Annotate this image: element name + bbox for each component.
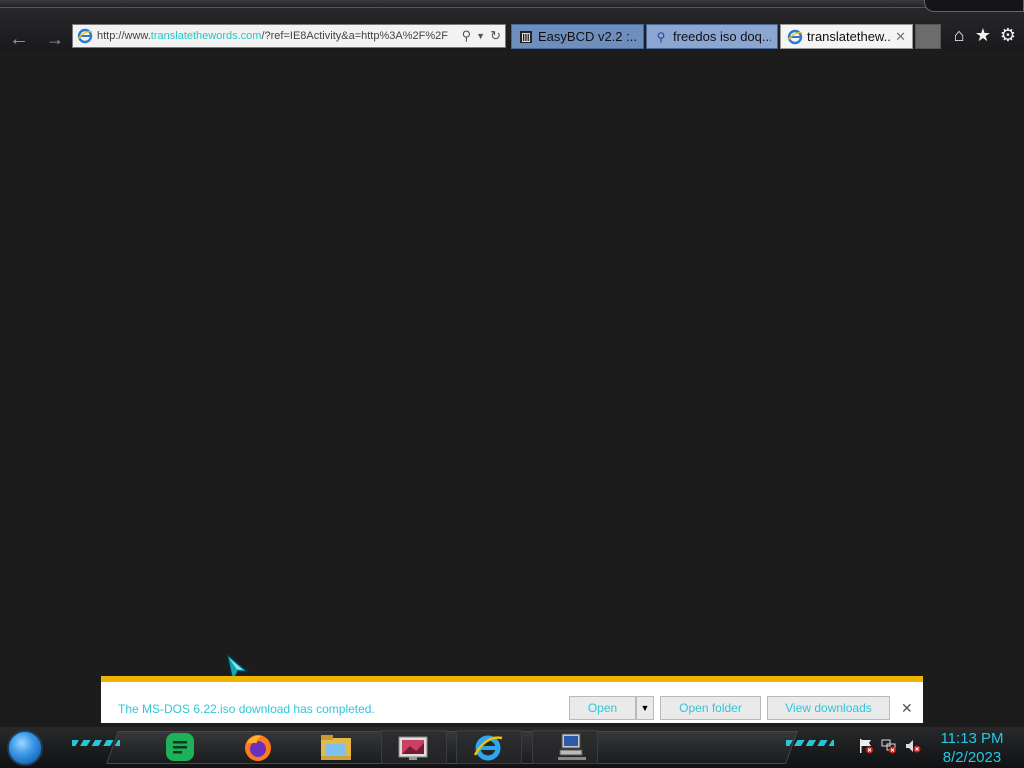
taskbar-band: [105, 731, 799, 764]
google-sheets-icon[interactable]: [164, 731, 196, 763]
open-folder-button[interactable]: Open folder: [660, 696, 761, 720]
system-clock[interactable]: 11:13 PM 8/2/2023: [936, 729, 1008, 767]
open-dropdown-button[interactable]: ▼: [636, 696, 654, 720]
picture-viewer-icon[interactable]: [397, 731, 429, 763]
firefox-icon[interactable]: [242, 731, 274, 763]
download-notification-bar: The MS-DOS 6.22.iso download has complet…: [101, 676, 923, 723]
ie-icon: [787, 29, 803, 45]
favorites-star-icon[interactable]: ★: [972, 24, 994, 46]
back-button[interactable]: ←: [6, 26, 32, 52]
address-bar[interactable]: http://www.translatethewords.com/?ref=IE…: [72, 24, 506, 48]
window-notch: [924, 0, 1024, 12]
open-button[interactable]: Open: [569, 696, 636, 720]
clock-time: 11:13 PM: [940, 730, 1004, 747]
decorative-glow: [72, 740, 120, 746]
new-tab-button[interactable]: [915, 24, 941, 49]
chevron-down-icon: ▼: [640, 703, 650, 713]
decorative-glow: [786, 740, 834, 746]
window-rim: [0, 0, 1024, 8]
home-icon[interactable]: ⌂: [948, 24, 970, 46]
forward-button[interactable]: →: [42, 26, 68, 52]
clock-date: 8/2/2023: [942, 749, 1002, 766]
arrow-left-icon: ←: [9, 27, 29, 50]
page-content-area: [0, 50, 1024, 676]
internet-explorer-icon[interactable]: [472, 731, 504, 763]
tab-translatethewords[interactable]: translatethew... ✕: [780, 24, 913, 49]
tab-label: freedos iso doq...: [673, 29, 771, 44]
network-disconnected-icon[interactable]: [880, 737, 898, 755]
tab-label: EasyBCD v2.2 :...: [538, 29, 637, 44]
search-icon[interactable]: ⚲: [462, 28, 472, 44]
download-message: The MS-DOS 6.22.iso download has complet…: [118, 702, 375, 716]
arrow-right-icon: →: [46, 28, 64, 49]
network-computer-icon[interactable]: [556, 731, 588, 763]
tab-freedos-search[interactable]: ⚲ freedos iso doq...: [646, 24, 778, 49]
close-tab-icon[interactable]: ✕: [895, 29, 906, 45]
close-icon[interactable]: ✕: [901, 700, 913, 717]
tab-label: translatethew...: [807, 29, 892, 44]
start-orb-button[interactable]: [7, 730, 43, 766]
settings-gear-icon[interactable]: ⚙: [997, 24, 1019, 46]
url-text[interactable]: http://www.translatethewords.com/?ref=IE…: [97, 30, 457, 42]
file-explorer-icon[interactable]: [320, 731, 352, 763]
view-downloads-button[interactable]: View downloads: [767, 696, 890, 720]
trash-can-icon: [518, 29, 534, 45]
ie-icon: [77, 28, 93, 44]
tab-easybcd[interactable]: EasyBCD v2.2 :...: [511, 24, 644, 49]
search-icon: ⚲: [656, 29, 666, 44]
browser-chrome: ← → http://www.translatethewords.com/?re…: [0, 0, 1024, 50]
chevron-down-icon[interactable]: ▼: [476, 31, 485, 41]
refresh-icon[interactable]: ↻: [490, 28, 501, 44]
volume-muted-icon[interactable]: [904, 737, 922, 755]
action-center-flag-icon[interactable]: [857, 737, 875, 755]
